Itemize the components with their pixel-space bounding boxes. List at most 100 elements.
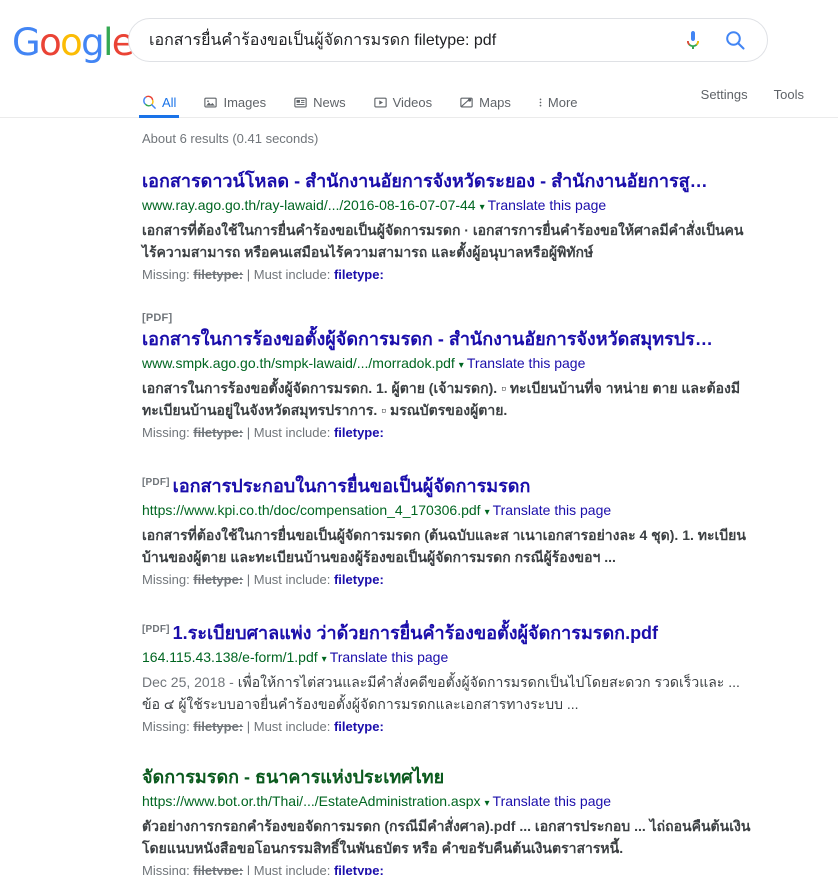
result-title-text: เอกสารประกอบในการยื่นขอเป็นผู้จัดการมรดก	[172, 476, 531, 496]
translate-link[interactable]: Translate this page	[493, 793, 612, 809]
result-url[interactable]: www.smpk.ago.go.th/smpk-lawaid/.../morra…	[142, 355, 455, 371]
result-title-text: เอกสารในการร้องขอตั้งผู้จัดการมรดก - สำน…	[142, 329, 713, 349]
missing-term: filetype:	[193, 863, 244, 875]
result-title[interactable]: [PDF] 1.ระเบียบศาลแพ่ง ว่าด้วยการยื่นคำร้…	[142, 617, 764, 646]
news-icon	[293, 95, 308, 110]
tab-images-label: Images	[223, 94, 267, 110]
result-url-line: www.ray.ago.go.th/ray-lawaid/.../2016-08…	[142, 195, 764, 218]
tab-maps[interactable]: Maps	[459, 78, 511, 117]
result-title[interactable]: [PDF] เอกสารประกอบในการยื่นขอเป็นผู้จัดกา…	[142, 470, 764, 499]
pdf-badge: [PDF]	[142, 624, 170, 635]
must-include-term[interactable]: filetype:	[334, 425, 384, 440]
translate-link[interactable]: Translate this page	[330, 649, 449, 665]
logo-letter-o1: o	[39, 21, 62, 64]
logo-letter-g1: G	[12, 21, 41, 64]
result-title-text: 1.ระเบียบศาลแพ่ง ว่าด้วยการยื่นคำร้องขอต…	[172, 623, 659, 643]
settings-link[interactable]: Settings	[701, 87, 748, 117]
missing-prefix: Missing:	[142, 719, 194, 734]
must-separator: | Must include:	[243, 863, 334, 875]
result-missing-terms: Missing: filetype: | Must include: filet…	[142, 861, 764, 875]
logo-letter-g2: g	[81, 21, 104, 64]
search-nav-bar: All Images News Videos Maps More Setting…	[0, 78, 838, 118]
image-icon	[203, 95, 218, 110]
search-results-container: About 6 results (0.41 seconds) เอกสารดาว…	[0, 118, 838, 875]
result-url-line: www.smpk.ago.go.th/smpk-lawaid/.../morra…	[142, 353, 764, 376]
must-include-term[interactable]: filetype:	[334, 863, 384, 875]
tab-news[interactable]: News	[293, 78, 346, 117]
result-snippet: Dec 25, 2018 - เพื่อให้การไต่สวนและมีคำส…	[142, 671, 752, 715]
result-title[interactable]: เอกสารดาวน์โหลด - สำนักงานอัยการจังหวัดร…	[142, 168, 764, 194]
result-title-text: จัดการมรดก - ธนาคารแห่งประเทศไทย	[142, 767, 445, 787]
nav-right-links: Settings Tools	[701, 78, 838, 117]
translate-link[interactable]: Translate this page	[467, 355, 586, 371]
search-result-item: [PDF] เอกสารประกอบในการยื่นขอเป็นผู้จัดกา…	[142, 470, 764, 590]
tab-more[interactable]: More	[538, 78, 578, 117]
google-logo[interactable]: Google	[12, 21, 135, 64]
chevron-down-icon[interactable]: ▾	[322, 654, 327, 665]
chevron-down-icon[interactable]: ▾	[480, 202, 485, 213]
search-submit-icon[interactable]	[723, 28, 747, 52]
chevron-down-icon[interactable]: ▾	[459, 360, 464, 371]
missing-term: filetype:	[193, 572, 244, 587]
search-result-item: เอกสารดาวน์โหลด - สำนักงานอัยการจังหวัดร…	[142, 168, 764, 285]
result-title[interactable]: เอกสารในการร้องขอตั้งผู้จัดการมรดก - สำน…	[142, 326, 764, 352]
search-result-item: [PDF] เอกสารในการร้องขอตั้งผู้จัดการมรดก…	[142, 312, 764, 443]
result-url-line: 164.115.43.138/e-form/1.pdf ▾ Translate th…	[142, 647, 764, 670]
tab-images[interactable]: Images	[203, 78, 266, 117]
logo-letter-o2: o	[60, 21, 83, 64]
translate-link[interactable]: Translate this page	[493, 502, 612, 518]
result-snippet-bold: เอกสารในการร้องขอตั้งผู้จัดการมรดก. 1. ผ…	[142, 380, 741, 418]
result-snippet: เอกสารในการร้องขอตั้งผู้จัดการมรดก. 1. ผ…	[142, 377, 752, 421]
tab-maps-label: Maps	[479, 94, 511, 110]
missing-prefix: Missing:	[142, 425, 194, 440]
result-url[interactable]: https://www.kpi.co.th/doc/compensation_4…	[142, 502, 481, 518]
result-missing-terms: Missing: filetype: | Must include: filet…	[142, 717, 764, 737]
result-url[interactable]: https://www.bot.or.th/Thai/.../EstateAdm…	[142, 793, 481, 809]
result-snippet-bold: เอกสารที่ต้องใช้ในการยื่นขอเป็นผู้จัดการ…	[142, 527, 746, 565]
result-snippet-bold: ตัวอย่างการกรอกคำร้องขอจัดการมรดก (กรณีม…	[142, 818, 751, 856]
translate-link[interactable]: Translate this page	[488, 197, 607, 213]
search-icon	[142, 95, 157, 110]
chevron-down-icon[interactable]: ▾	[485, 507, 490, 518]
missing-prefix: Missing:	[142, 572, 194, 587]
result-title[interactable]: จัดการมรดก - ธนาคารแห่งประเทศไทย	[142, 764, 764, 790]
result-snippet-bold: เอกสารที่ต้องใช้ในการยื่นคำร้องขอเป็นผู้…	[142, 222, 744, 260]
must-separator: | Must include:	[243, 267, 334, 282]
tab-news-label: News	[313, 94, 346, 110]
result-missing-terms: Missing: filetype: | Must include: filet…	[142, 265, 764, 285]
must-separator: | Must include:	[243, 572, 334, 587]
map-pin-icon	[459, 95, 474, 110]
result-snippet: เอกสารที่ต้องใช้ในการยื่นคำร้องขอเป็นผู้…	[142, 219, 752, 263]
missing-prefix: Missing:	[142, 267, 194, 282]
page-header: Google	[0, 0, 838, 78]
must-include-term[interactable]: filetype:	[334, 719, 384, 734]
tab-videos-label: Videos	[392, 94, 433, 110]
missing-term: filetype:	[193, 267, 244, 282]
result-stats: About 6 results (0.41 seconds)	[142, 131, 319, 146]
search-box[interactable]	[128, 18, 768, 62]
result-url[interactable]: www.ray.ago.go.th/ray-lawaid/.../2016-08…	[142, 197, 476, 213]
result-title-text: เอกสารดาวน์โหลด - สำนักงานอัยการจังหวัดร…	[142, 171, 708, 191]
tab-all[interactable]: All	[138, 78, 180, 118]
search-result-item: [PDF] 1.ระเบียบศาลแพ่ง ว่าด้วยการยื่นคำร้…	[142, 617, 764, 737]
tools-link[interactable]: Tools	[774, 87, 804, 117]
result-url-line: https://www.kpi.co.th/doc/compensation_4…	[142, 500, 764, 523]
result-snippet: เอกสารที่ต้องใช้ในการยื่นขอเป็นผู้จัดการ…	[142, 524, 752, 568]
tab-all-label: All	[162, 94, 177, 110]
result-url-line: https://www.bot.or.th/Thai/.../EstateAdm…	[142, 791, 764, 814]
chevron-down-icon[interactable]: ▾	[485, 798, 490, 809]
tab-videos[interactable]: Videos	[373, 78, 433, 117]
microphone-icon[interactable]	[681, 28, 705, 52]
search-input[interactable]	[129, 19, 681, 61]
must-include-term[interactable]: filetype:	[334, 572, 384, 587]
result-snippet: ตัวอย่างการกรอกคำร้องขอจัดการมรดก (กรณีม…	[142, 815, 752, 859]
tab-more-label: More	[547, 94, 578, 110]
result-url[interactable]: 164.115.43.138/e-form/1.pdf	[142, 649, 318, 665]
search-result-item: จัดการมรดก - ธนาคารแห่งประเทศไทย https:/…	[142, 764, 764, 875]
missing-prefix: Missing:	[142, 863, 194, 875]
missing-term: filetype:	[193, 719, 244, 734]
pdf-badge: [PDF]	[142, 477, 170, 488]
must-include-term[interactable]: filetype:	[334, 267, 384, 282]
video-icon	[373, 95, 388, 110]
result-snippet-date: Dec 25, 2018 -	[142, 674, 238, 690]
